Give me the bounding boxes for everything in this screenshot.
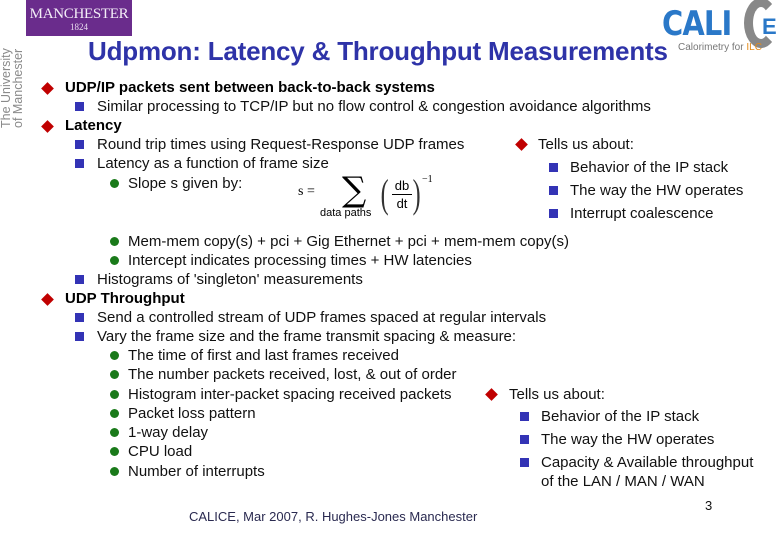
square-bullet-icon bbox=[549, 209, 558, 218]
square-bullet-icon bbox=[75, 159, 84, 168]
diamond-bullet-icon bbox=[41, 82, 54, 95]
page-number: 3 bbox=[705, 498, 713, 513]
sigma-icon: ∑ bbox=[342, 170, 367, 210]
list-item: The way the HW operates bbox=[541, 431, 715, 448]
formula-fraction: db dt bbox=[392, 178, 412, 211]
left-paren-icon: ( bbox=[380, 171, 389, 216]
square-bullet-icon bbox=[75, 275, 84, 284]
dot-bullet-icon bbox=[110, 428, 119, 437]
list-item: Latency as a function of frame size bbox=[97, 155, 329, 172]
list-item: The number packets received, lost, & out… bbox=[128, 366, 457, 383]
slope-formula: s = ∑ data paths ( db dt ) −1 bbox=[298, 170, 438, 222]
university-line2: of Manchester bbox=[11, 48, 25, 128]
dot-bullet-icon bbox=[110, 256, 119, 265]
tells-heading: Tells us about: bbox=[538, 136, 634, 153]
formula-lhs: s = bbox=[298, 184, 315, 199]
dot-bullet-icon bbox=[110, 447, 119, 456]
square-bullet-icon bbox=[549, 163, 558, 172]
section-heading: UDP Throughput bbox=[65, 290, 185, 307]
calice-sub-ilc: ILC bbox=[746, 42, 762, 53]
tells-heading: Tells us about: bbox=[509, 386, 605, 403]
calice-sub-for: for bbox=[731, 42, 747, 53]
list-item: Interrupt coalescence bbox=[570, 205, 714, 222]
manchester-logo-year: 1824 bbox=[70, 22, 88, 32]
calice-logo: CALI E Calorimetry for ILC bbox=[658, 0, 780, 60]
fraction-bar bbox=[392, 194, 412, 195]
square-bullet-icon bbox=[75, 313, 84, 322]
list-item: Histogram inter-packet spacing received … bbox=[128, 386, 452, 403]
dot-bullet-icon bbox=[110, 179, 119, 188]
list-item: Intercept indicates processing times + H… bbox=[128, 252, 472, 269]
list-item: Similar processing to TCP/IP but no flow… bbox=[97, 98, 651, 115]
list-item: 1-way delay bbox=[128, 424, 209, 441]
formula-exponent: −1 bbox=[422, 174, 433, 185]
diamond-bullet-icon bbox=[41, 293, 54, 306]
formula-subscript: data paths bbox=[320, 207, 372, 219]
diamond-bullet-icon bbox=[515, 138, 528, 151]
university-vertical-label: The University of Manchester bbox=[0, 36, 28, 128]
list-item: Histograms of 'singleton' measurements bbox=[97, 271, 363, 288]
dot-bullet-icon bbox=[110, 467, 119, 476]
calice-sub-prefix: Calorimetry bbox=[678, 42, 732, 53]
list-item: CPU load bbox=[128, 443, 193, 460]
diamond-bullet-icon bbox=[485, 388, 498, 401]
section-heading: UDP/IP packets sent between back-to-back… bbox=[65, 79, 435, 96]
dot-bullet-icon bbox=[110, 237, 119, 246]
square-bullet-icon bbox=[520, 412, 529, 421]
dot-bullet-icon bbox=[110, 409, 119, 418]
square-bullet-icon bbox=[75, 140, 84, 149]
list-item: The way the HW operates bbox=[570, 182, 744, 199]
list-item: Slope s given by: bbox=[128, 175, 243, 192]
formula-denominator: dt bbox=[396, 196, 408, 211]
list-item: Send a controlled stream of UDP frames s… bbox=[97, 309, 547, 326]
dot-bullet-icon bbox=[110, 370, 119, 379]
square-bullet-icon bbox=[520, 458, 529, 467]
manchester-logo-name: MANCHESTER bbox=[29, 6, 129, 22]
manchester-logo: MANCHESTER 1824 bbox=[26, 0, 132, 36]
slide-title: Udpmon: Latency & Throughput Measurement… bbox=[88, 36, 668, 66]
list-item: Capacity & Available throughput bbox=[541, 454, 754, 471]
slide-footer: CALICE, Mar 2007, R. Hughes-Jones Manche… bbox=[189, 509, 478, 524]
list-item: Behavior of the IP stack bbox=[541, 408, 700, 425]
dot-bullet-icon bbox=[110, 390, 119, 399]
calice-logo-e: E bbox=[762, 14, 777, 39]
list-item: Round trip times using Request-Response … bbox=[97, 136, 465, 153]
square-bullet-icon bbox=[520, 435, 529, 444]
list-item: The time of first and last frames receiv… bbox=[128, 347, 399, 364]
dot-bullet-icon bbox=[110, 351, 119, 360]
right-paren-icon: ) bbox=[412, 171, 421, 216]
calice-logo-subtitle: Calorimetry for ILC bbox=[678, 42, 762, 53]
formula-numerator: db bbox=[394, 178, 410, 193]
square-bullet-icon bbox=[75, 332, 84, 341]
list-item: Mem-mem copy(s) + pci + Gig Ethernet + p… bbox=[128, 233, 569, 250]
square-bullet-icon bbox=[75, 102, 84, 111]
list-item: Vary the frame size and the frame transm… bbox=[97, 328, 517, 345]
list-item: Number of interrupts bbox=[128, 463, 265, 480]
list-item: Behavior of the IP stack bbox=[570, 159, 729, 176]
section-heading: Latency bbox=[65, 117, 122, 134]
list-item: Packet loss pattern bbox=[128, 405, 256, 422]
list-item-continuation: of the LAN / MAN / WAN bbox=[541, 473, 705, 490]
square-bullet-icon bbox=[549, 186, 558, 195]
diamond-bullet-icon bbox=[41, 120, 54, 133]
calice-logo-text: CALI bbox=[662, 4, 732, 44]
